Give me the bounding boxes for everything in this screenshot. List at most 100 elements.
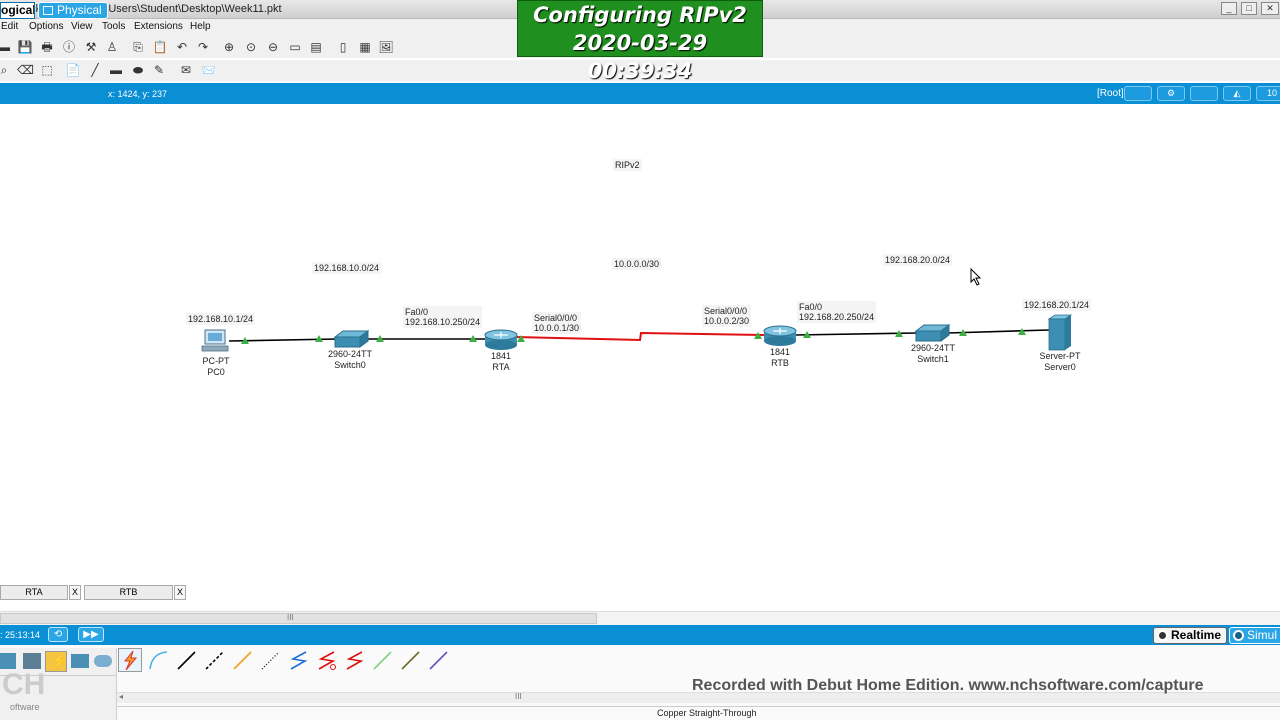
menu-view[interactable]: View bbox=[71, 21, 93, 32]
serial-dce-icon[interactable] bbox=[314, 648, 338, 672]
redo-icon[interactable]: ↷ bbox=[195, 39, 211, 55]
canvas-horizontal-scrollbar[interactable]: III bbox=[0, 611, 1280, 625]
device-model: Server-PT bbox=[1039, 351, 1081, 361]
router-icon[interactable] bbox=[763, 325, 797, 346]
rtb-fa-interface-label[interactable]: Fa0/0 192.168.20.250/24 bbox=[797, 301, 877, 323]
menu-options[interactable]: Options bbox=[29, 21, 63, 32]
paste-icon[interactable]: 📋 bbox=[152, 39, 168, 55]
menu-tools[interactable]: Tools bbox=[102, 21, 125, 32]
network-label-wan[interactable]: 10.0.0.0/30 bbox=[612, 258, 662, 270]
tab-logical[interactable]: ogical bbox=[0, 2, 35, 19]
wizard-icon[interactable]: ⚒ bbox=[83, 39, 99, 55]
tab-physical[interactable]: Physical bbox=[38, 2, 108, 19]
simple-pdu-icon[interactable]: ✉ bbox=[178, 62, 194, 78]
note-icon[interactable]: 📄 bbox=[65, 62, 81, 78]
rta-fa-interface-label[interactable]: Fa0/0 192.168.10.250/24 bbox=[403, 306, 483, 328]
switch-icon[interactable] bbox=[333, 330, 370, 348]
topology-canvas[interactable] bbox=[0, 104, 1280, 584]
realtime-mode-button[interactable]: Realtime bbox=[1153, 627, 1227, 644]
device-name: Switch0 bbox=[334, 360, 366, 370]
simulation-mode-button[interactable]: Simul bbox=[1229, 627, 1280, 644]
draw-ellipse-icon[interactable]: ⬬ bbox=[130, 62, 146, 78]
components-icon[interactable] bbox=[71, 654, 89, 668]
serial-cable-rta-rtb[interactable] bbox=[514, 331, 766, 342]
custom-device-icon[interactable]: ▤ bbox=[308, 39, 324, 55]
automatic-connection-icon[interactable] bbox=[118, 648, 142, 672]
environment-button[interactable]: 10 bbox=[1256, 86, 1280, 101]
clock-icon bbox=[1157, 630, 1168, 641]
scroll-left-arrow[interactable]: ◂ bbox=[119, 692, 123, 701]
minimize-button[interactable]: _ bbox=[1221, 2, 1237, 15]
network-devices-icon[interactable] bbox=[0, 653, 16, 669]
coaxial-cable-icon[interactable] bbox=[286, 648, 310, 672]
delete-icon[interactable]: ⌫ bbox=[17, 62, 34, 78]
console-cable-icon[interactable] bbox=[146, 648, 170, 672]
draw-line-icon[interactable]: ╱ bbox=[87, 62, 103, 78]
overlay-timestamp: 2020-03-29 00:39:34 bbox=[572, 31, 708, 83]
draw-rectangle-icon[interactable]: ▬ bbox=[108, 62, 124, 78]
network-info-icon[interactable]: ▦ bbox=[357, 39, 373, 55]
zoom-out-icon[interactable]: ⊖ bbox=[265, 39, 281, 55]
pc0-ip-label[interactable]: 192.168.10.1/24 bbox=[186, 313, 256, 325]
menu-edit[interactable]: Edit bbox=[1, 21, 18, 32]
copper-straight-through-icon[interactable] bbox=[174, 648, 198, 672]
environment-label: 10 bbox=[1266, 88, 1277, 98]
router-icon[interactable] bbox=[484, 329, 518, 350]
drawing-palette-icon[interactable]: ▭ bbox=[287, 39, 303, 55]
close-tab-rta-button[interactable]: X bbox=[69, 585, 81, 600]
switch-icon[interactable] bbox=[914, 324, 951, 342]
server0-ip-label[interactable]: 192.168.20.1/24 bbox=[1022, 299, 1092, 311]
new-cluster-button[interactable] bbox=[1124, 86, 1152, 101]
search-icon[interactable]: ⌕ bbox=[0, 62, 12, 78]
phone-cable-icon[interactable] bbox=[258, 648, 282, 672]
fast-forward-button[interactable]: ▶▶ bbox=[78, 627, 104, 642]
copper-cross-over-icon[interactable] bbox=[202, 648, 226, 672]
complex-pdu-icon[interactable]: 📨 bbox=[200, 62, 216, 78]
network-label-lan1[interactable]: 192.168.10.0/24 bbox=[312, 262, 382, 274]
network-label-lan2[interactable]: 192.168.20.0/24 bbox=[883, 254, 953, 266]
server-icon[interactable] bbox=[1047, 314, 1073, 351]
info-icon[interactable]: ⓘ bbox=[61, 39, 77, 55]
zoom-reset-icon[interactable]: ⊙ bbox=[243, 39, 259, 55]
cloud-icon[interactable] bbox=[94, 655, 112, 667]
user-profile-icon[interactable]: ♙ bbox=[104, 39, 120, 55]
close-tab-rtb-button[interactable]: X bbox=[174, 585, 186, 600]
image-icon[interactable]: 🖼 bbox=[378, 39, 394, 55]
menu-extensions[interactable]: Extensions bbox=[134, 21, 183, 32]
iot-cable-icon[interactable] bbox=[398, 648, 422, 672]
set-tiled-background-button[interactable] bbox=[1190, 86, 1218, 101]
scrollbar-thumb[interactable]: III bbox=[0, 613, 597, 624]
device-model: PC-PT bbox=[202, 356, 230, 366]
menu-icon[interactable]: ▬ bbox=[0, 39, 12, 55]
zoom-in-icon[interactable]: ⊕ bbox=[221, 39, 237, 55]
power-cycle-button[interactable]: ⟲ bbox=[48, 627, 68, 642]
usb-cable-icon[interactable] bbox=[426, 648, 450, 672]
switch1-label: 2960-24TT Switch1 bbox=[907, 343, 959, 365]
undo-icon[interactable]: ↶ bbox=[174, 39, 190, 55]
pc-icon[interactable] bbox=[201, 329, 229, 352]
menu-help[interactable]: Help bbox=[190, 21, 211, 32]
resize-icon[interactable]: ⬚ bbox=[39, 62, 55, 78]
link-light bbox=[517, 335, 525, 342]
connections-category-icon[interactable]: ⚡ bbox=[45, 651, 68, 672]
serial-dte-icon[interactable] bbox=[342, 648, 366, 672]
window-tab-rta[interactable]: RTA bbox=[0, 585, 68, 600]
rta-serial-interface-label[interactable]: Serial0/0/0 10.0.0.1/30 bbox=[532, 312, 582, 334]
close-window-button[interactable]: ✕ bbox=[1261, 2, 1279, 15]
save-icon[interactable]: 💾 bbox=[17, 39, 33, 55]
maximize-button[interactable]: □ bbox=[1241, 2, 1257, 15]
move-object-button[interactable]: ⚙ bbox=[1157, 86, 1185, 101]
viewport-button[interactable]: ◭ bbox=[1223, 86, 1251, 101]
window-tab-rtb[interactable]: RTB bbox=[84, 585, 173, 600]
fiber-icon[interactable] bbox=[230, 648, 254, 672]
print-icon[interactable]: 🖶 bbox=[39, 39, 55, 55]
device-template-icon[interactable]: ▯ bbox=[335, 39, 351, 55]
end-devices-icon[interactable] bbox=[23, 653, 41, 669]
freeform-icon[interactable]: ✎ bbox=[151, 62, 167, 78]
canvas-note-title[interactable]: RIPv2 bbox=[613, 159, 642, 171]
rtb-serial-interface-label[interactable]: Serial0/0/0 10.0.0.2/30 bbox=[702, 305, 752, 327]
octal-cable-icon[interactable] bbox=[370, 648, 394, 672]
copy-icon[interactable]: ⎘ bbox=[130, 39, 146, 55]
cursor-coordinates: x: 1424, y: 237 bbox=[108, 89, 168, 99]
root-breadcrumb[interactable]: [Root] bbox=[1097, 88, 1124, 99]
